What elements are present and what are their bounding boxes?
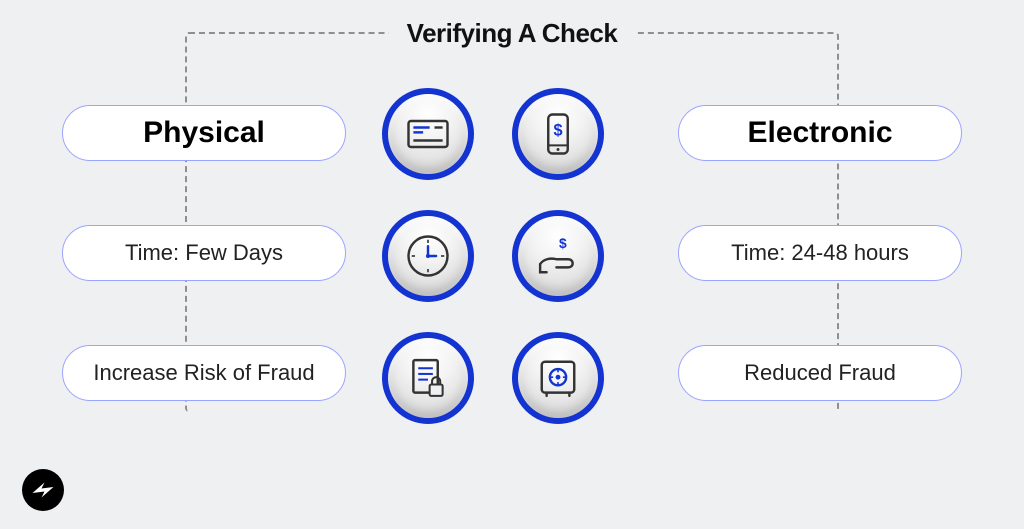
brand-logo-icon xyxy=(22,469,64,511)
svg-text:$: $ xyxy=(553,122,562,140)
phone-dollar-icon: $ xyxy=(512,88,604,180)
right-icon-column: $ $ xyxy=(512,88,604,424)
physical-time-pill: Time: Few Days xyxy=(62,225,346,281)
diagram-title: Verifying A Check xyxy=(389,18,636,49)
electronic-header-pill: Electronic xyxy=(678,105,962,161)
physical-header-label: Physical xyxy=(143,116,265,150)
hand-dollar-icon: $ xyxy=(512,210,604,302)
electronic-header-label: Electronic xyxy=(747,116,892,150)
clock-icon xyxy=(382,210,474,302)
electronic-fraud-label: Reduced Fraud xyxy=(744,360,896,386)
physical-fraud-label: Increase Risk of Fraud xyxy=(93,360,314,386)
document-lock-icon xyxy=(382,332,474,424)
electronic-time-label: Time: 24-48 hours xyxy=(731,240,909,266)
svg-text:$: $ xyxy=(559,235,567,251)
physical-time-label: Time: Few Days xyxy=(125,240,283,266)
physical-header-pill: Physical xyxy=(62,105,346,161)
check-card-icon xyxy=(382,88,474,180)
electronic-time-pill: Time: 24-48 hours xyxy=(678,225,962,281)
electronic-fraud-pill: Reduced Fraud xyxy=(678,345,962,401)
safe-icon xyxy=(512,332,604,424)
left-icon-column xyxy=(382,88,474,424)
physical-fraud-pill: Increase Risk of Fraud xyxy=(62,345,346,401)
